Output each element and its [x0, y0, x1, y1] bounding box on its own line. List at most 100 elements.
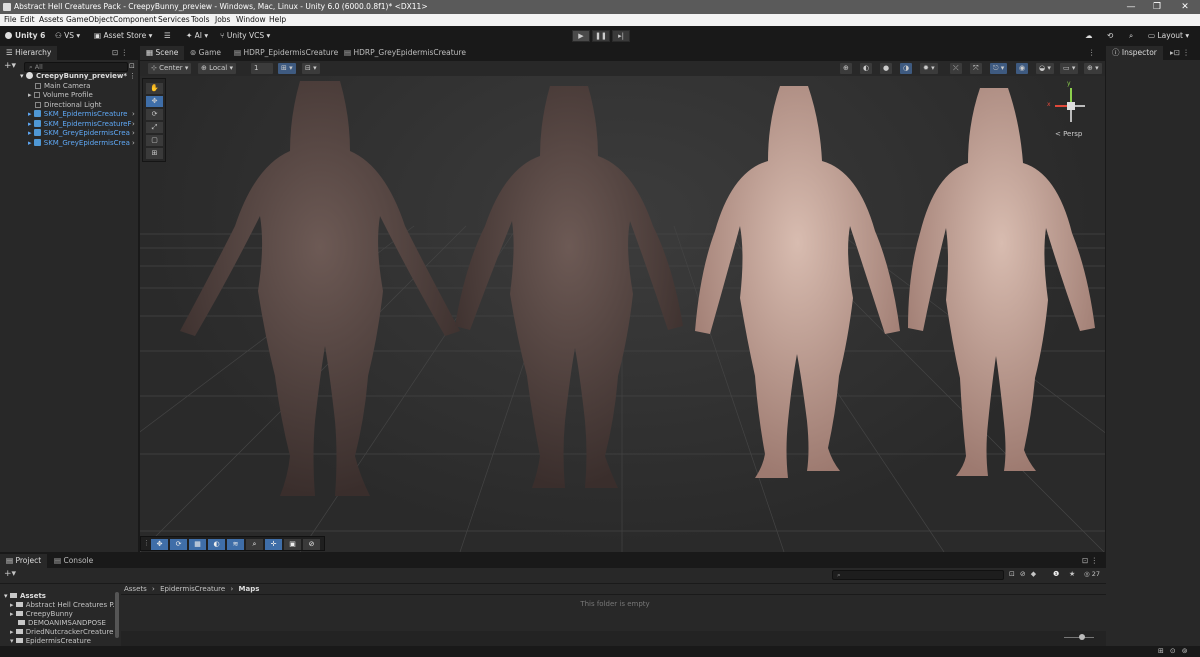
menu-help[interactable]: Help [269, 14, 286, 26]
overlay-sphere-icon[interactable]: ◐ [208, 539, 225, 550]
scene-root[interactable]: ▾ CreepyBunny_preview* [20, 72, 127, 81]
close-button[interactable]: ✕ [1172, 0, 1198, 14]
search-icon[interactable]: ⌕ [1129, 30, 1133, 42]
asset-store-button[interactable]: ▣ Asset Store ▾ [94, 30, 152, 42]
tab-project[interactable]: ▤ Project [0, 554, 48, 568]
fx-dropdown[interactable]: ✹ ▾ [920, 63, 938, 74]
zoom-slider-thumb[interactable] [1079, 634, 1085, 640]
tab-hierarchy[interactable]: ☰ Hierarchy [0, 46, 58, 60]
maximize-button[interactable]: ❐ [1144, 0, 1170, 14]
gizmos-dropdown[interactable]: ◒ ▾ [1036, 63, 1054, 74]
breadcrumb-epidermis[interactable]: EpidermisCreature [160, 585, 225, 593]
overlay-rotate-icon[interactable]: ⟳ [170, 539, 187, 550]
unity-account-button[interactable]: Unity 6 [5, 30, 45, 42]
transform-tool-icon[interactable]: ⊞ [146, 148, 163, 159]
breadcrumb-maps[interactable]: Maps [239, 585, 260, 593]
rotate-tool-icon[interactable]: ⟳ [146, 109, 163, 120]
perspective-label[interactable]: < Persp [1055, 130, 1082, 138]
camera-dropdown[interactable]: ⎋ ▾ [990, 63, 1008, 74]
add-button[interactable]: +▾ [4, 61, 16, 71]
snap-input[interactable]: 1 [251, 63, 273, 74]
scene-viewport[interactable]: ✋ ✥ ⟳ ⤢ ▢ ⊞ y x < Persp ⋮ ✥ ⟳ ▦ ◐ ≋ ⌕ ✛ … [140, 76, 1105, 552]
overlay-grid-icon[interactable]: ▦ [189, 539, 206, 550]
menu-gameobject[interactable]: GameObject [66, 14, 113, 26]
wireframe-icon[interactable]: ● [880, 63, 893, 74]
play-button[interactable]: ▶ [572, 30, 590, 42]
hand-tool-icon[interactable]: ✋ [146, 83, 163, 94]
history-icon[interactable]: ⟲ [1107, 30, 1113, 42]
unity-vcs-button[interactable]: ⑂ Unity VCS ▾ [220, 30, 270, 42]
tab-game[interactable]: ⊚ Game [184, 46, 227, 60]
tree-item-creepybunny[interactable]: ▸ CreepyBunny [10, 610, 73, 619]
inspector-lock-icon[interactable]: ▸⊡ ⋮ [1170, 46, 1190, 60]
scene-menu-icon[interactable]: ⋮ [129, 72, 136, 80]
render-dropdown[interactable]: ▭ ▾ [1060, 63, 1079, 74]
hier-item-skm-3[interactable]: ▸ SKM_GreyEpidermisCrea [28, 129, 130, 138]
snap-increment-button[interactable]: ⊟ ▾ [302, 63, 320, 74]
project-search-input[interactable]: ⌕ [832, 570, 1004, 580]
space-dropdown[interactable]: ⊕ Local ▾ [198, 63, 236, 74]
globe-dropdown[interactable]: ⊕ ▾ [1084, 63, 1102, 74]
menu-edit[interactable]: Edit [20, 14, 35, 26]
minimize-button[interactable]: — [1118, 0, 1144, 14]
tab-console[interactable]: ▤ Console [48, 554, 99, 568]
move-tool-icon[interactable]: ✥ [146, 96, 163, 107]
layout-dropdown[interactable]: ▭ Layout ▾ [1148, 30, 1189, 42]
tab-hdrp-epidermis[interactable]: ▤ HDRP_EpidermisCreature [228, 46, 344, 60]
project-filter-icons[interactable]: ⊡⊘◆ [1009, 570, 1041, 578]
lock-icon[interactable]: ⊡ ⋮ [112, 46, 128, 60]
overlay-brush-icon[interactable]: ⊘ [303, 539, 320, 550]
menu-file[interactable]: File [4, 14, 17, 26]
hier-item-volume-profile[interactable]: ▸ Volume Profile [28, 91, 93, 100]
tree-assets[interactable]: ▾ Assets [4, 592, 46, 601]
tree-item-driednutcracker[interactable]: ▸ DriedNutcrackerCreature [10, 628, 113, 637]
scale-tool-icon[interactable]: ⤢ [146, 122, 163, 133]
overlay-zoom-icon[interactable]: ⌕ [246, 539, 263, 550]
menu-jobs[interactable]: Jobs [215, 14, 230, 26]
expand-arrows[interactable]: › › › › [132, 110, 135, 148]
menu-services[interactable]: Services [158, 14, 190, 26]
overlay-pan-icon[interactable]: ✛ [265, 539, 282, 550]
warning-icon[interactable]: ❶ [1053, 570, 1059, 578]
filter-icon[interactable]: ⊡ [129, 62, 135, 70]
menu-tools[interactable]: Tools [191, 14, 209, 26]
overlay-camera-icon[interactable]: ▣ [284, 539, 301, 550]
vs-button[interactable]: ⚇ VS ▾ [55, 30, 80, 42]
menu-component[interactable]: Component [113, 14, 157, 26]
breadcrumb-assets[interactable]: Assets [124, 585, 147, 593]
hier-item-directional-light[interactable]: Directional Light [35, 101, 102, 110]
hier-item-main-camera[interactable]: Main Camera [35, 82, 90, 91]
hidden-count[interactable]: ◎ 27 [1084, 570, 1100, 578]
drag-handle-icon[interactable]: ⋮ [143, 539, 150, 547]
tree-item-demoanims[interactable]: DEMOANIMSANDPOSE [18, 619, 106, 628]
overlay-terrain-icon[interactable]: ≋ [227, 539, 244, 550]
overlay-move-icon[interactable]: ✥ [151, 539, 168, 550]
lighting-toggle-icon[interactable]: ◑ [900, 63, 913, 74]
orientation-gizmo[interactable]: y x < Persp [1045, 80, 1097, 142]
menu-window[interactable]: Window [236, 14, 266, 26]
visibility-icon[interactable]: ◉ [1016, 63, 1029, 74]
ai-button[interactable]: ✦ AI ▾ [186, 30, 208, 42]
pivot-dropdown[interactable]: ⊹ Center ▾ [148, 63, 192, 74]
tab-inspector[interactable]: ⓘ Inspector [1106, 46, 1163, 60]
tree-item-abstract[interactable]: ▸ Abstract Hell Creatures P. [10, 601, 115, 610]
rect-tool-icon[interactable]: ▢ [146, 135, 163, 146]
hier-item-skm-4[interactable]: ▸ SKM_GreyEpidermisCrea [28, 139, 130, 148]
project-add-button[interactable]: +▾ [4, 569, 16, 579]
menu-assets[interactable]: Assets [39, 14, 63, 26]
hier-item-skm-2[interactable]: ▸ SKM_EpidermisCreatureF [28, 120, 132, 129]
step-button[interactable]: ▸| [612, 30, 630, 42]
tree-item-epidermis[interactable]: ▾ EpidermisCreature [10, 637, 91, 645]
grid-snap-button[interactable]: ⊞ ▾ [278, 63, 296, 74]
shaded-icon[interactable]: ◐ [860, 63, 873, 74]
effects-icon[interactable]: ⤧ [970, 63, 982, 74]
panel-menu-icon[interactable]: ⋮ [1088, 46, 1096, 60]
tab-hdrp-grey-epidermis[interactable]: ▤ HDRP_GreyEpidermisCreature [338, 46, 472, 60]
audio-icon[interactable]: ⤫ [950, 63, 962, 74]
project-lock-icon[interactable]: ⊡ ⋮ [1082, 554, 1098, 568]
pause-button[interactable]: ❚❚ [592, 30, 610, 42]
star-icon[interactable]: ★ [1069, 570, 1075, 578]
cloud-icon[interactable]: ☁ [1085, 30, 1093, 42]
draw-mode-icon[interactable]: ⊕ [840, 63, 852, 74]
status-icons[interactable]: ⊞⊙⊚ [1158, 647, 1194, 655]
